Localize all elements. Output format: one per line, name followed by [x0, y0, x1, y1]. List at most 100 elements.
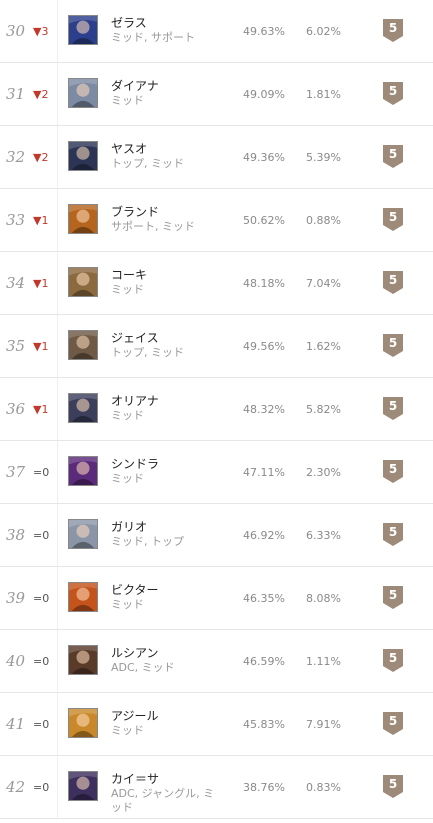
rank-change-value: 2	[41, 151, 49, 164]
champion-row[interactable]: 39 =0 ビクター ミッド 46.35% 8.08% 5	[0, 567, 433, 630]
champion-name[interactable]: シンドラ	[111, 455, 159, 472]
champion-name[interactable]: ジェイス	[111, 329, 159, 346]
rank-number: 42	[6, 778, 26, 796]
tier-badge: 5	[383, 397, 403, 420]
rank-change-icon: =	[33, 781, 43, 794]
champion-portrait[interactable]	[68, 141, 98, 171]
champion-row[interactable]: 38 =0 ガリオ ミッド, トップ 46.92% 6.33% 5	[0, 504, 433, 567]
champion-portrait[interactable]	[68, 204, 98, 234]
champion-portrait[interactable]	[68, 771, 98, 801]
win-rate: 46.92%	[243, 529, 285, 542]
win-rate: 48.32%	[243, 403, 285, 416]
tier-number: 5	[388, 525, 398, 539]
champion-portrait[interactable]	[68, 456, 98, 486]
champion-portrait[interactable]	[68, 78, 98, 108]
win-rate: 46.35%	[243, 592, 285, 605]
rank-change: ▼3	[33, 25, 48, 38]
win-rate: 38.76%	[243, 781, 285, 794]
rank-change-value: 0	[42, 718, 50, 731]
champion-portrait[interactable]	[68, 645, 98, 675]
champion-portrait-image	[69, 772, 97, 800]
tier-badge: 5	[383, 586, 403, 609]
champion-name[interactable]: ブランド	[111, 203, 159, 220]
rank-number: 39	[6, 589, 26, 607]
champion-name[interactable]: ヤスオ	[111, 140, 147, 157]
champion-name[interactable]: ルシアン	[111, 644, 159, 661]
champion-name[interactable]: ダイアナ	[111, 77, 159, 94]
champion-row[interactable]: 30 ▼3 ゼラス ミッド, サポート 49.63% 6.02% 5	[0, 0, 433, 63]
champion-portrait[interactable]	[68, 330, 98, 360]
rank-change-value: 1	[41, 214, 49, 227]
champion-name[interactable]: アジール	[111, 707, 159, 724]
pick-rate: 6.33%	[306, 529, 341, 542]
champion-portrait-image	[69, 583, 97, 611]
pick-rate: 2.30%	[306, 466, 341, 479]
rank-change: =0	[33, 592, 49, 605]
champion-portrait[interactable]	[68, 708, 98, 738]
champion-roles: トップ, ミッド	[111, 346, 184, 359]
win-rate: 49.36%	[243, 151, 285, 164]
champion-portrait[interactable]	[68, 519, 98, 549]
pick-rate: 5.39%	[306, 151, 341, 164]
champion-name[interactable]: コーキ	[111, 266, 147, 283]
tier-badge: 5	[383, 208, 403, 231]
tier-number: 5	[388, 147, 398, 161]
champion-row[interactable]: 31 ▼2 ダイアナ ミッド 49.09% 1.81% 5	[0, 63, 433, 126]
pick-rate: 0.83%	[306, 781, 341, 794]
tier-number: 5	[388, 21, 398, 35]
champion-row[interactable]: 41 =0 アジール ミッド 45.83% 7.91% 5	[0, 693, 433, 756]
champion-roles: ミッド	[111, 598, 144, 611]
win-rate: 45.83%	[243, 718, 285, 731]
champion-roles: サポート, ミッド	[111, 220, 195, 233]
pick-rate: 1.11%	[306, 655, 341, 668]
champion-portrait[interactable]	[68, 267, 98, 297]
rank-change-value: 0	[42, 781, 50, 794]
champion-portrait[interactable]	[68, 15, 98, 45]
tier-badge: 5	[383, 271, 403, 294]
champion-row[interactable]: 36 ▼1 オリアナ ミッド 48.32% 5.82% 5	[0, 378, 433, 441]
champion-row[interactable]: 40 =0 ルシアン ADC, ミッド 46.59% 1.11% 5	[0, 630, 433, 693]
champion-roles: ミッド	[111, 94, 144, 107]
pick-rate: 6.02%	[306, 25, 341, 38]
champion-portrait[interactable]	[68, 393, 98, 423]
rank-change-value: 0	[42, 655, 50, 668]
champion-portrait-image	[69, 331, 97, 359]
champion-row[interactable]: 37 =0 シンドラ ミッド 47.11% 2.30% 5	[0, 441, 433, 504]
pick-rate: 0.88%	[306, 214, 341, 227]
champion-roles: ADC, ミッド	[111, 661, 175, 674]
champion-portrait-image	[69, 394, 97, 422]
champion-name[interactable]: カイ＝サ	[111, 770, 159, 787]
champion-roles: ミッド	[111, 472, 144, 485]
champion-roles: ミッド, サポート	[111, 31, 195, 44]
champion-row[interactable]: 34 ▼1 コーキ ミッド 48.18% 7.04% 5	[0, 252, 433, 315]
win-rate: 49.56%	[243, 340, 285, 353]
champion-roles: ミッド	[111, 724, 144, 737]
rank-change: ▼1	[33, 340, 48, 353]
champion-row[interactable]: 33 ▼1 ブランド サポート, ミッド 50.62% 0.88% 5	[0, 189, 433, 252]
rank-change: =0	[33, 781, 49, 794]
champion-row[interactable]: 35 ▼1 ジェイス トップ, ミッド 49.56% 1.62% 5	[0, 315, 433, 378]
win-rate: 48.18%	[243, 277, 285, 290]
pick-rate: 7.04%	[306, 277, 341, 290]
rank-change: =0	[33, 529, 49, 542]
champion-name[interactable]: ゼラス	[111, 14, 147, 31]
champion-name[interactable]: ビクター	[111, 581, 159, 598]
champion-name[interactable]: ガリオ	[111, 518, 147, 535]
tier-badge: 5	[383, 145, 403, 168]
rank-change-value: 0	[42, 529, 50, 542]
pick-rate: 7.91%	[306, 718, 341, 731]
win-rate: 46.59%	[243, 655, 285, 668]
tier-number: 5	[388, 210, 398, 224]
tier-badge: 5	[383, 460, 403, 483]
rank-change-value: 1	[41, 403, 49, 416]
pick-rate: 8.08%	[306, 592, 341, 605]
champion-portrait-image	[69, 457, 97, 485]
champion-portrait[interactable]	[68, 582, 98, 612]
champion-roles: ミッド, トップ	[111, 535, 184, 548]
champion-portrait-image	[69, 268, 97, 296]
champion-row[interactable]: 32 ▼2 ヤスオ トップ, ミッド 49.36% 5.39% 5	[0, 126, 433, 189]
champion-row[interactable]: 42 =0 カイ＝サ ADC, ジャングル, ミッド 38.76% 0.83% 5	[0, 756, 433, 819]
tier-number: 5	[388, 462, 398, 476]
rank-number: 30	[6, 22, 26, 40]
champion-name[interactable]: オリアナ	[111, 392, 159, 409]
